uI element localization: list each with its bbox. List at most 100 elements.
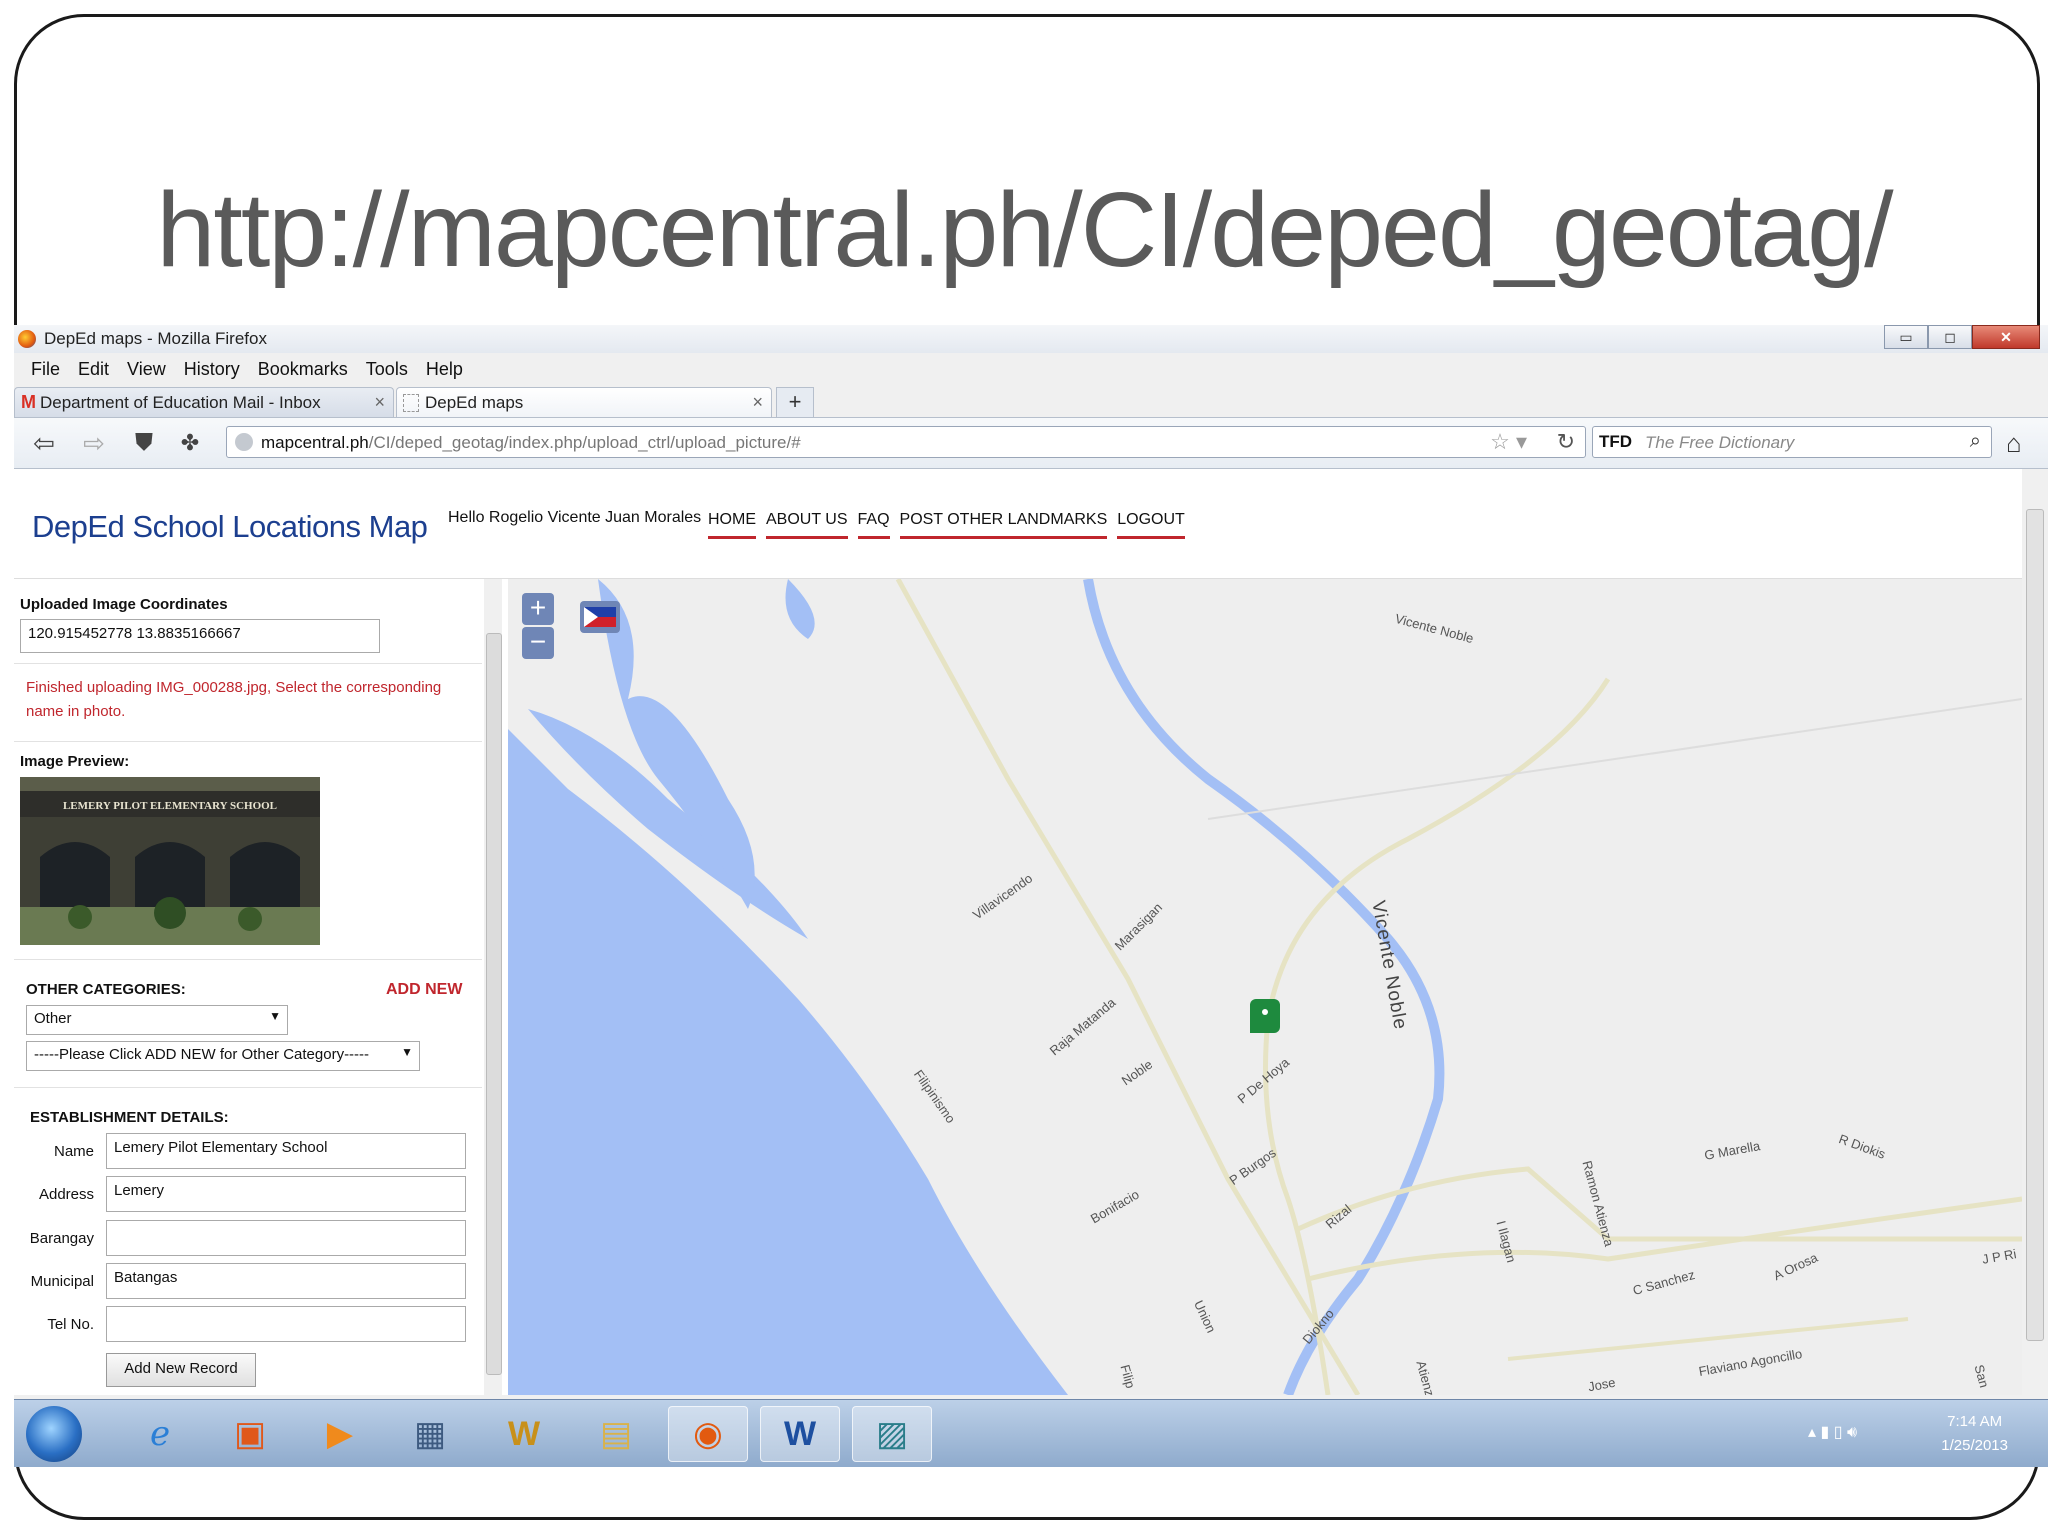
flag-icon[interactable]	[580, 601, 620, 633]
menu-file[interactable]: File	[22, 355, 69, 383]
slide-title: http://mapcentral.ph/CI/deped_geotag/	[156, 171, 1893, 289]
nav-post-other-landmarks[interactable]: POST OTHER LANDMARKS	[899, 511, 1108, 539]
word-icon[interactable]: W	[760, 1406, 840, 1462]
municipal-field[interactable]: Batangas	[106, 1263, 466, 1299]
preview-sign-text: LEMERY PILOT ELEMENTARY SCHOOL	[63, 800, 277, 812]
office-icon[interactable]: ▣	[210, 1406, 290, 1462]
window-controls: ▭ ◻ ✕	[1884, 325, 2040, 351]
addon-icon[interactable]: ✤	[174, 427, 206, 459]
map-view[interactable]: + − Vicente Noble Villavicendo Marasigan…	[508, 579, 2022, 1395]
web-page: DepEd School Locations Map Hello Rogelio…	[14, 469, 2022, 1395]
navigation-bar: ⇦ ⇨ ⛊ ✤ mapcentral.ph/CI/deped_geotag/in…	[14, 417, 2048, 469]
barangay-field[interactable]	[106, 1220, 466, 1256]
address-bar[interactable]: mapcentral.ph/CI/deped_geotag/index.php/…	[226, 426, 1586, 458]
subcategory-select[interactable]: -----Please Click ADD NEW for Other Cate…	[26, 1041, 420, 1071]
search-engine-icon[interactable]: TFD	[1599, 432, 1632, 452]
nav-faq[interactable]: FAQ	[857, 511, 890, 539]
user-greeting: Hello Rogelio Vicente Juan Morales	[448, 509, 702, 526]
category-select[interactable]: Other ▼	[26, 1005, 288, 1035]
firefox-icon[interactable]: ◉	[668, 1406, 748, 1462]
ie-icon[interactable]: ℯ	[120, 1406, 200, 1462]
nav-logout[interactable]: LOGOUT	[1117, 511, 1185, 539]
new-tab-button[interactable]: +	[776, 387, 814, 419]
school-marker-icon[interactable]	[1250, 999, 1280, 1033]
nav-about-us[interactable]: ABOUT US	[766, 511, 848, 539]
municipal-label: Municipal	[30, 1273, 94, 1290]
gmail-icon: M	[21, 392, 36, 412]
globe-icon	[235, 433, 253, 451]
menu-bookmarks[interactable]: Bookmarks	[249, 355, 357, 383]
address-label: Address	[38, 1186, 94, 1203]
image-preview: LEMERY PILOT ELEMENTARY SCHOOL	[20, 777, 320, 945]
menu-view[interactable]: View	[118, 355, 175, 383]
panel-scrollbar[interactable]	[484, 579, 502, 1395]
winrar-icon[interactable]: W	[484, 1406, 564, 1462]
upload-message: Finished uploading IMG_000288.jpg, Selec…	[26, 679, 442, 720]
menu-history[interactable]: History	[175, 355, 249, 383]
close-tab-icon[interactable]: ×	[374, 392, 385, 413]
screenshot: DepEd maps - Mozilla Firefox ▭ ◻ ✕ File …	[14, 325, 2048, 1467]
scroll-thumb[interactable]	[486, 633, 502, 1375]
nav-home[interactable]: HOME	[708, 511, 756, 539]
reload-icon[interactable]: ↻	[1557, 429, 1575, 455]
menu-tools[interactable]: Tools	[357, 355, 417, 383]
photo-icon[interactable]: ▨	[852, 1406, 932, 1462]
zoom-in-button[interactable]: +	[522, 593, 554, 625]
add-new-link[interactable]: ADD NEW	[386, 981, 462, 999]
coords-input[interactable]: 120.915452778 13.8835166667	[20, 619, 380, 653]
zoom-out-button[interactable]: −	[522, 627, 554, 659]
minimize-button[interactable]: ▭	[1884, 325, 1928, 349]
calculator-icon[interactable]: ▦	[390, 1406, 470, 1462]
search-icon[interactable]: ⌕	[1970, 430, 1981, 453]
category-select-value: Other	[34, 1010, 72, 1027]
clock-date: 1/25/2013	[1941, 1437, 2008, 1454]
clock-time: 7:14 AM	[1947, 1413, 2003, 1430]
tab-gmail[interactable]: M Department of Education Mail - Inbox ×	[14, 387, 394, 417]
menu-help[interactable]: Help	[417, 355, 472, 383]
page-icon	[403, 393, 419, 412]
close-window-button[interactable]: ✕	[1972, 325, 2040, 349]
window-title: DepEd maps - Mozilla Firefox	[44, 329, 267, 348]
divider	[14, 663, 482, 664]
chevron-down-icon: ▼	[269, 1009, 281, 1023]
other-categories-label: OTHER CATEGORIES:	[26, 981, 186, 998]
scroll-thumb[interactable]	[2026, 509, 2044, 1341]
back-icon[interactable]: ⇦	[28, 427, 60, 459]
site-nav: HOME ABOUT US FAQ POST OTHER LANDMARKS L…	[708, 511, 1185, 539]
taskbar: ℯ ▣ ▶ ▦ W ▤ ◉ W ▨ ▴ ▮ ▯ 🔊︎ 7:14 AM 1/25/…	[14, 1399, 2048, 1467]
menu-bar: File Edit View History Bookmarks Tools H…	[14, 355, 472, 383]
name-field[interactable]: Lemery Pilot Elementary School	[106, 1133, 466, 1169]
tel-field[interactable]	[106, 1306, 466, 1342]
site-logo[interactable]: DepEd School Locations Map	[32, 509, 428, 545]
divider	[14, 959, 482, 960]
start-button[interactable]	[26, 1406, 82, 1462]
tray-icons[interactable]: ▴ ▮ ▯ 🔊︎	[1808, 1422, 1857, 1442]
tab-deped-maps[interactable]: DepEd maps ×	[396, 387, 772, 417]
chevron-down-icon: ▼	[401, 1045, 413, 1059]
menu-edit[interactable]: Edit	[69, 355, 118, 383]
system-tray: ▴ ▮ ▯ 🔊︎ 7:14 AM 1/25/2013	[1748, 1400, 2048, 1467]
name-label: Name	[53, 1143, 94, 1160]
maximize-button[interactable]: ◻	[1928, 325, 1972, 349]
close-tab-icon[interactable]: ×	[752, 392, 763, 413]
home-icon[interactable]: ⌂	[2006, 428, 2022, 459]
tab-label: DepEd maps	[425, 392, 524, 412]
tel-label: Tel No.	[47, 1316, 94, 1333]
divider	[14, 1087, 482, 1088]
shield-icon[interactable]: ⛊	[128, 427, 160, 459]
coords-label: Uploaded Image Coordinates	[20, 596, 228, 613]
search-bar[interactable]: TFD The Free Dictionary ⌕	[1592, 426, 1992, 458]
preview-label: Image Preview:	[20, 753, 130, 770]
divider	[14, 741, 482, 742]
upload-panel: Uploaded Image Coordinates 120.915452778…	[14, 579, 482, 1395]
clock[interactable]: 7:14 AM 1/25/2013	[1941, 1410, 2008, 1458]
bookmark-star-icon[interactable]: ☆ ▾	[1490, 429, 1527, 455]
media-player-icon[interactable]: ▶	[300, 1406, 380, 1462]
page-scrollbar[interactable]	[2022, 469, 2048, 1395]
folder-icon[interactable]: ▤	[576, 1406, 656, 1462]
address-field[interactable]: Lemery	[106, 1176, 466, 1212]
school-photo: LEMERY PILOT ELEMENTARY SCHOOL	[20, 777, 320, 945]
forward-icon[interactable]: ⇨	[78, 427, 110, 459]
add-new-record-button[interactable]: Add New Record	[106, 1353, 256, 1387]
search-placeholder: The Free Dictionary	[1645, 433, 1795, 452]
